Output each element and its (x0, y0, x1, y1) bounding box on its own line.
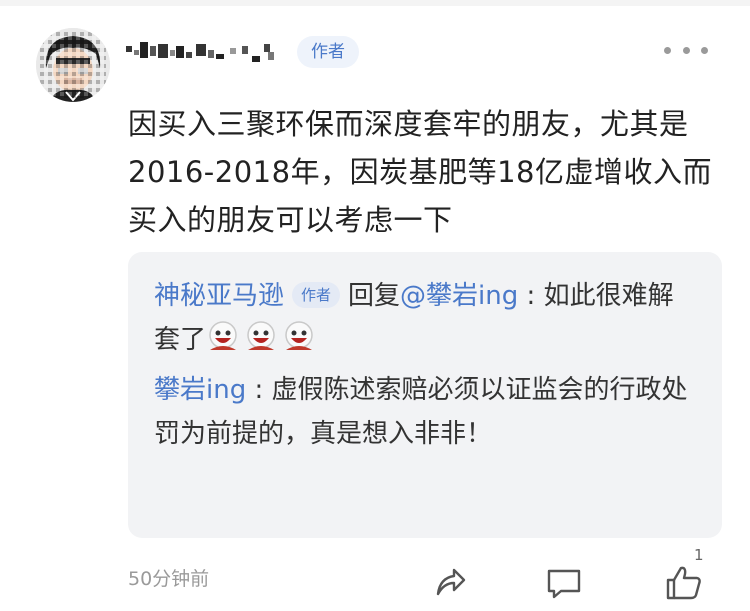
reply-author-link[interactable]: 攀岩ing (154, 375, 246, 405)
avatar[interactable] (36, 28, 110, 102)
timestamp: 50分钟前 (128, 568, 210, 590)
comment-text: 因买入三聚环保而深度套牢的朋友，尤其是2016-2018年，因炭基肥等18亿虚增… (128, 107, 712, 237)
more-icon-dot (701, 46, 708, 54)
more-icon-dot (664, 46, 671, 54)
top-divider (0, 0, 750, 6)
avatar-image (36, 28, 110, 102)
more-icon-dot (682, 46, 690, 54)
comment-icon[interactable] (545, 565, 583, 601)
username-redacted[interactable] (124, 32, 284, 72)
share-icon[interactable] (432, 564, 468, 600)
reply-list: 神秘亚马逊 作者 回复@攀岩ing : 如此很难解套了 攀岩ing : 虚假陈述索赔… (154, 274, 694, 456)
reply-word: 回复 (348, 281, 401, 311)
crying-emoji-icon (247, 321, 275, 350)
author-badge: 作者 (297, 36, 359, 68)
reply-author-link[interactable]: 神秘亚马逊 (154, 281, 284, 311)
like-count: 1 (694, 546, 704, 564)
more-icon[interactable] (664, 40, 708, 60)
redacted-name-pixels (126, 42, 274, 62)
crying-emoji-icon (285, 321, 313, 350)
crying-emoji-icon (209, 321, 237, 350)
reply-item[interactable]: 神秘亚马逊 作者 回复@攀岩ing : 如此很难解套了 (154, 274, 694, 362)
reply-author-badge: 作者 (292, 282, 341, 308)
reply-separator: : (518, 281, 544, 311)
reply-separator: : (246, 375, 272, 405)
reply-item[interactable]: 攀岩ing : 虚假陈述索赔必须以证监会的行政处罚为前提的，真是想入非非！ (154, 368, 694, 456)
like-icon[interactable] (664, 562, 704, 602)
reply-target-link[interactable]: @攀岩ing (400, 281, 518, 311)
reply-container[interactable]: 神秘亚马逊 作者 回复@攀岩ing : 如此很难解套了 攀岩ing : 虚假陈述索赔… (128, 252, 722, 538)
